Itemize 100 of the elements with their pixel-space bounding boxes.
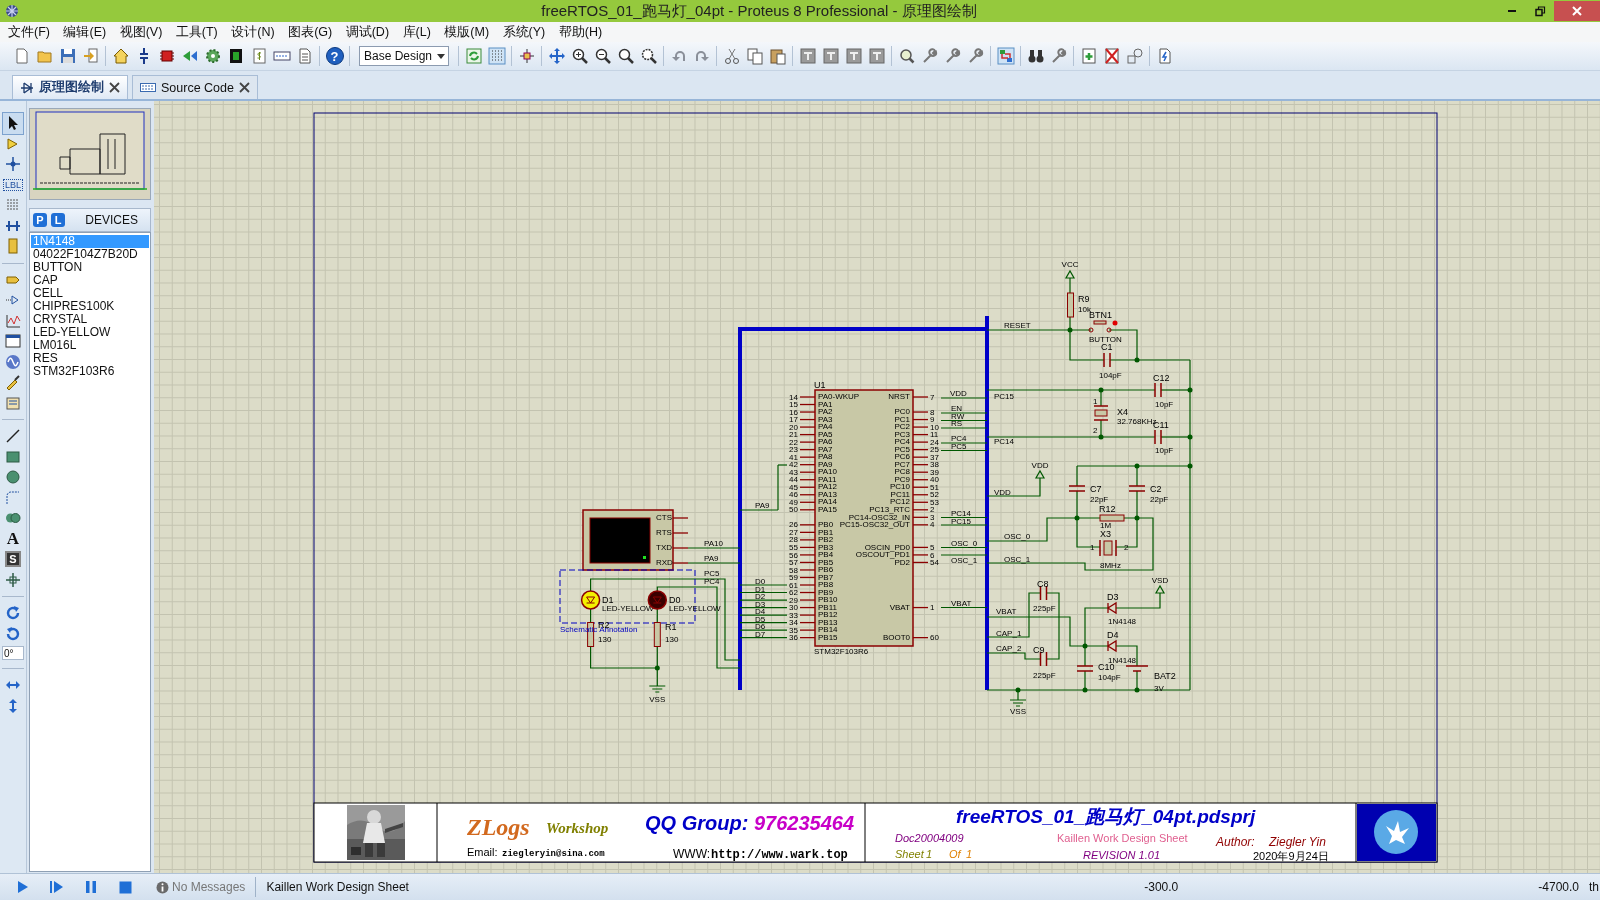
pin-name: PC4 [894, 437, 910, 447]
pin-name: VBAT [889, 602, 910, 612]
part-value: 1N4148 [1108, 617, 1137, 626]
pin-number: 53 [930, 497, 939, 507]
sheet-number: 1 [926, 848, 933, 860]
net-label: PC15 [951, 517, 971, 526]
menu-item[interactable]: 图表(G) [282, 23, 339, 41]
net-label: VDD [950, 388, 967, 398]
pin-number: 5 [930, 543, 935, 552]
pin-name: PA5 [818, 429, 833, 439]
part-value: BUTTON [1089, 335, 1122, 344]
pin-name: TXD [656, 543, 672, 553]
pin-number: 26 [789, 520, 798, 530]
menu-item[interactable]: 帮助(H) [552, 23, 609, 41]
pin-number: 8 [930, 407, 935, 417]
net-label: D1 [755, 584, 766, 594]
pin-name: NRST [888, 392, 910, 402]
device-item[interactable]: BUTTON [31, 261, 149, 274]
device-item[interactable]: RES [31, 352, 149, 365]
pin-name: PB8 [818, 580, 834, 590]
pin-name: PA1 [818, 399, 833, 409]
tab[interactable]: Source Code [132, 75, 258, 99]
symbol-tool[interactable]: S [5, 551, 21, 568]
menu-item[interactable]: 工具(T) [169, 23, 224, 41]
pin-number: 54 [930, 558, 939, 568]
help-button[interactable]: ? [325, 47, 344, 65]
net-label: D7 [755, 629, 766, 639]
menu-item[interactable]: 系统(Y) [496, 23, 552, 41]
pin-number: 10 [930, 422, 939, 432]
net-label: PC5 [704, 569, 720, 578]
pin-name: PC5 [894, 444, 910, 454]
device-item[interactable]: LM016L [31, 339, 149, 352]
device-item[interactable]: CELL [31, 287, 149, 300]
tab[interactable]: 原理图绘制 [12, 75, 128, 99]
device-item[interactable]: 04022F104Z7B20D [31, 248, 149, 261]
www-link[interactable]: http://www.wark.top [711, 848, 848, 862]
pin-name: PB2 [818, 535, 834, 545]
pin-name: PC9 [894, 474, 910, 484]
date-text: 2020年9月24日 [1253, 850, 1329, 862]
pin-number: 2 [1124, 543, 1129, 552]
menu-item[interactable]: 模版(M) [438, 23, 496, 41]
pin-name: PD2 [894, 557, 910, 567]
menu-item[interactable]: 视图(V) [113, 23, 169, 41]
menu-item[interactable]: 库(L) [396, 23, 437, 41]
y-coordinate: -4700.0 [1538, 880, 1579, 894]
pin-name: PA11 [818, 474, 837, 484]
net-label: PA10 [704, 539, 723, 548]
sheet-count: 1 [966, 848, 973, 860]
menu-item[interactable]: 文件(F) [2, 23, 56, 41]
device-item[interactable]: CAP [31, 274, 149, 287]
menu-item[interactable]: 设计(N) [225, 23, 281, 41]
part-ref: C9 [1033, 645, 1045, 655]
email-label: Email: [467, 846, 498, 858]
device-item[interactable]: LED-YELLOW [31, 326, 149, 339]
pin-name: PB1 [818, 527, 834, 537]
net-label: CAP_1 [996, 628, 1022, 638]
net-label: RESET [1004, 321, 1031, 330]
part-value: 104pF [1099, 371, 1122, 380]
pin-number: 35 [789, 625, 798, 635]
angle-field[interactable]: 0° [2, 646, 24, 660]
part-value: 104pF [1098, 673, 1121, 682]
pin-number: 41 [789, 452, 798, 462]
mode-button[interactable]: L [51, 213, 65, 227]
pin-number: 59 [789, 573, 798, 583]
label-tool[interactable]: LBL [3, 178, 23, 191]
qq-number: 976235464 [754, 812, 855, 834]
pin-name: PA0-WKUP [818, 392, 860, 402]
pin-number: 56 [789, 550, 798, 560]
pin-number: 55 [789, 543, 798, 552]
sheet-status: Kaillen Work Design Sheet [266, 880, 409, 894]
pin-name: PB13 [818, 617, 838, 627]
device-item[interactable]: CHIPRES100K [31, 300, 149, 313]
mode-button[interactable]: P [33, 213, 47, 227]
part-ref: C2 [1150, 484, 1162, 494]
pin-number: 3 [930, 512, 935, 522]
pin-name: PA2 [818, 407, 833, 417]
part-ref: R9 [1078, 294, 1090, 304]
pin-name: PB7 [818, 572, 834, 582]
pin-number: 1 [1093, 397, 1098, 406]
pin-name: OSCOUT_PD1 [855, 550, 910, 560]
text-tool[interactable]: A [6, 529, 20, 548]
pin-number: 25 [930, 445, 939, 455]
pin-number: 52 [930, 490, 939, 500]
pin-number: 43 [789, 467, 798, 477]
menu-item[interactable]: 调试(D) [339, 23, 396, 41]
revision-text: REVISION 1.01 [1083, 849, 1161, 861]
design-select[interactable]: Base Design [359, 46, 449, 66]
device-item[interactable]: CRYSTAL [31, 313, 149, 326]
pin-number: 51 [930, 482, 939, 492]
pin-number: 58 [789, 565, 798, 575]
device-item[interactable]: STM32F103R6 [31, 365, 149, 378]
pin-number: 40 [930, 475, 939, 485]
part-value: 22pF [1090, 495, 1109, 504]
author-name: Ziegler Yin [1269, 835, 1326, 849]
pin-number: 33 [789, 610, 798, 620]
net-label: PC4 [704, 577, 720, 586]
menu-item[interactable]: 编辑(E) [57, 23, 113, 41]
pin-name: RTS [656, 528, 672, 538]
part-ref: C7 [1090, 484, 1102, 494]
part-ref: U1 [814, 380, 826, 390]
